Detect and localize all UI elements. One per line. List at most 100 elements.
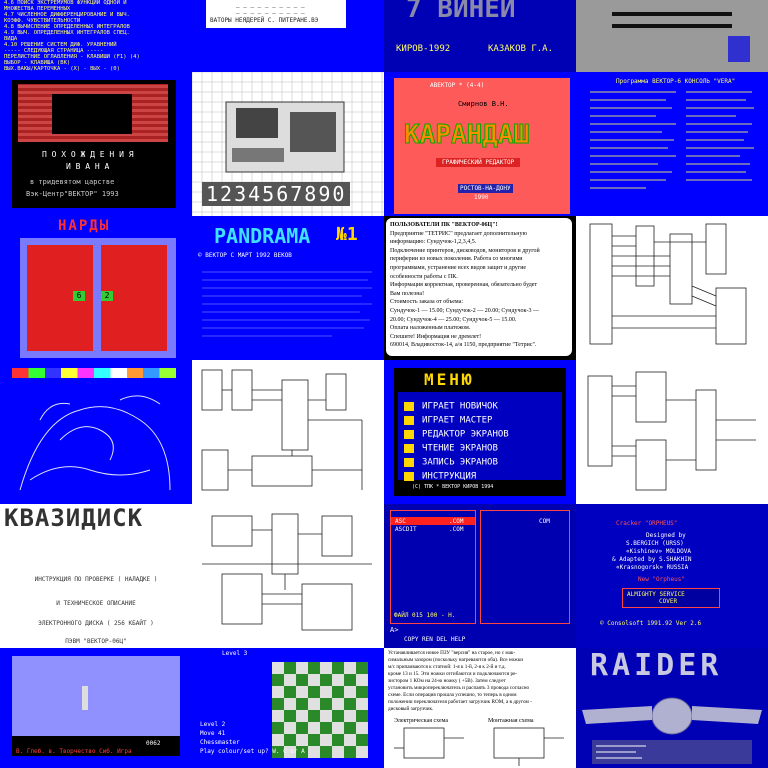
tile-karandash: АВЕКТОР * (4-4) Смирнов В.Н. КАРАНДАШ ГР… [384, 72, 576, 216]
service-box[interactable]: ALMIGHTY SERVICE COVER [622, 588, 720, 608]
document-line: ИНСТРУКЦИЯ ПО ПРОВЕРКЕ ( НАЛАДКЕ ) [34, 576, 158, 583]
year: 1990 [474, 194, 489, 201]
tile-schematic-3 [576, 360, 768, 504]
file-ext[interactable]: .COM [449, 518, 463, 525]
advert-line: Предприятие "ТЕТРИС" предлагает дополнит… [390, 230, 527, 237]
tile-nardy: НАРДЫ 6 2 [0, 216, 192, 360]
menu-item[interactable]: ИНСТРУКЦИЯ [404, 466, 476, 482]
game-screen: 0062 В. Глеб. в. Творчество Сиб. Игра [12, 656, 180, 756]
chess-info: Level 2 Move 41 Chessmaster Play colour/set… [200, 720, 305, 756]
chess-line: Level 2 [200, 721, 226, 728]
game-title: 7 ВИНЕЙ [406, 0, 516, 24]
left-panel: ASC .COM ASCDIT .COM [390, 510, 476, 624]
menu-item[interactable]: ИГРАЕТ МАСТЕР [404, 410, 492, 426]
tile-orpheus-crack: Cracker "ORPHEUS" Designed by S.BERGICH … [576, 504, 768, 648]
circuit-schematic [587, 371, 756, 491]
tile-barbarian-art [0, 360, 192, 504]
file-name[interactable]: ASC [395, 518, 406, 525]
tile-chess: Level 3 Level 2 Move 41 Chessmaster Play co… [192, 648, 384, 768]
game-screen: П О Х О Ж Д Е Н И Я И В А Н А в тридевят… [12, 80, 176, 208]
function-keys[interactable]: COPY REN DEL HELP [404, 636, 465, 643]
doc-line: — — — — — — — — — — [236, 10, 305, 17]
raider-emblem [582, 697, 762, 764]
advert-line: Информация корректная, проверенная, обяз… [390, 282, 538, 289]
subtitle: ГРАФИЧЕСКИЙ РЕДАКТОР [436, 158, 521, 167]
tile-tetris-advert: ПОЛЬЗОВАТЕЛИ ПК "ВЕКТОР-06Ц"! Предприятие… [384, 216, 576, 360]
advert-line: Подключение принтеров, дисководов, монит… [390, 247, 540, 254]
advert-line: ПОЛЬЗОВАТЕЛИ ПК "ВЕКТОР-06Ц"! [390, 222, 498, 228]
tile-document-scan: — — — — — — — — — — — — — — — — — — — — … [192, 0, 384, 72]
menu-panel: ИГРАЕТ НОВИЧОК ИГРАЕТ МАСТЕР РЕДАКТОР ЭКРА… [398, 392, 562, 482]
menu-footer: (С) ТПК * ВЕКТОР КИРОВ 1994 [412, 484, 494, 490]
tile-7-vinei: 7 ВИНЕЙ КИРОВ-1992 КАЗАКОВ Г.А. [384, 0, 576, 72]
title-line-3: в тридевятом царстве [30, 178, 115, 186]
program-title: КАРАНДАШ [403, 120, 530, 151]
menu-item[interactable]: ЧТЕНИЕ ЭКРАНОВ [404, 438, 498, 454]
tile-menu: МЕНЮ ИГРАЕТ НОВИЧОК ИГРАЕТ МАСТЕР РЕДАКТОР… [384, 360, 576, 504]
author: КАЗАКОВ Г.А. [488, 44, 554, 54]
game-title: НАРДЫ [58, 218, 111, 234]
wiring-diagram [394, 727, 564, 766]
listing-lines [590, 91, 754, 189]
math-menu-text: 4.6 ПОИСК ЭКСТРЕМУМОВ ФУНКЦИИ ОДНОЙ И МН… [4, 0, 140, 72]
advert-line: Сундучок-1 — 15.00; Сундучок-2 — 20.00; … [390, 307, 539, 314]
chess-line: Move 41 [200, 730, 226, 737]
advert-line: 20.00; Сундучок-4 — 25.00; Сундучок-5 — … [390, 316, 517, 323]
advert-line: периферии из новых поколения. Работа со … [390, 256, 523, 263]
menu-screen: МЕНЮ ИГРАЕТ НОВИЧОК ИГРАЕТ МАСТЕР РЕДАКТОР… [394, 368, 566, 496]
author: Смирнов В.Н. [458, 100, 509, 108]
menu-item[interactable]: ЗАПИСЬ ЭКРАНОВ [404, 452, 498, 468]
advert-line: особенности работы с ПК. [390, 273, 458, 280]
sky [12, 656, 180, 736]
tile-gray-screen [576, 0, 768, 72]
tile-rom-instructions: Устанавливается новое ПЗУ "версия" на ст… [384, 648, 576, 768]
level-top: Level 3 [222, 650, 248, 657]
file-name[interactable]: ASCDIT [395, 526, 417, 533]
top-line: АВЕКТОР * (4-4) [430, 82, 485, 89]
document-line: ЭЛЕКТРОННОГО ДИСКА ( 256 КБАЙТ ) [38, 620, 154, 627]
bar [612, 12, 732, 16]
tile-file-manager: ASC .COM ASCDIT .COM СОМ ФАЙЛ 015 100 - … [384, 504, 576, 648]
copyright: © Consolsoft 1991.92 Ver 2.6 [600, 620, 702, 627]
score: 0062 [146, 740, 161, 747]
credits: В. Глеб. в. Творчество Сиб. Игра [16, 748, 132, 755]
bar [612, 24, 732, 28]
tile-computer-photo: 1234567890 [192, 72, 384, 216]
adapter: & Adapted by S.SHAKHIN [612, 556, 692, 563]
designed-by: Designed by [646, 532, 686, 539]
circuit-schematic [201, 369, 363, 491]
advert-line: программами, устранение всех видов защит… [390, 264, 527, 271]
file-ext[interactable]: .COM [449, 526, 463, 533]
designer: S.BERGICH (URSS) [626, 540, 684, 547]
tile-platformer: 0062 В. Глеб. в. Творчество Сиб. Игра [0, 648, 192, 768]
chess-line: Chessmaster [200, 739, 240, 746]
menu-item-label: ИНСТРУКЦИЯ [422, 471, 477, 482]
document-line: И ТЕХНИЧЕСКОЕ ОПИСАНИЕ [56, 600, 136, 607]
advert-line: Оплата наложенным платежом. [390, 325, 471, 332]
robot-sprite-icon [728, 36, 750, 62]
document-page: — — — — — — — — — — — — — — — — — — — — … [206, 0, 346, 28]
text-block [202, 271, 372, 337]
player-sprite-icon [82, 686, 88, 710]
service-line-1: ALMIGHTY SERVICE [627, 591, 685, 598]
title-screen: АВЕКТОР * (4-4) Смирнов В.Н. КАРАНДАШ ГР… [394, 78, 570, 214]
city-year: КИРОВ-1992 [396, 44, 451, 54]
menu-line: 4.9 ВЫЧ. ОПРЕДЕЛЕННЫХ ИНТЕГРАЛОВ СПЕЦ. [4, 30, 130, 36]
advert-line: Стоимость заказа от объема: [390, 299, 463, 306]
tile-raider: RAIDER [576, 648, 768, 768]
menu-bullet-icon [404, 472, 414, 481]
menu-item[interactable]: РЕДАКТОР ЭКРАНОВ [404, 424, 509, 440]
circuit-schematic [202, 513, 372, 631]
circuit-schematic [589, 223, 747, 345]
menu-item[interactable]: ИГРАЕТ НОВИЧОК [404, 396, 498, 412]
command-prompt[interactable]: A> [390, 626, 398, 634]
status-line: ФАЙЛ 015 100 - Н. [394, 612, 456, 619]
right-panel: СОМ [480, 510, 570, 624]
new-orpheus: New "Orpheus" [638, 576, 685, 583]
cracker-line: Cracker "ORPHEUS" [616, 520, 678, 527]
document-line: ПЭВМ "ВЕКТОР-06Ц" [65, 638, 127, 645]
tile-math-menu: 4.6 ПОИСК ЭКСТРЕМУМОВ ФУНКЦИИ ОДНОЙ И МН… [0, 0, 192, 72]
tile-code-listing: Программа ВЕКТОР-6 КОНСОЛЬ "VERA" [576, 72, 768, 216]
tile-pandrama: PANDRAMA №1 © ВЕКТОР С МАРТ 1992 ВЕКОВ [192, 216, 384, 360]
chess-line: Play colour/set up? W. C or A [200, 748, 305, 755]
